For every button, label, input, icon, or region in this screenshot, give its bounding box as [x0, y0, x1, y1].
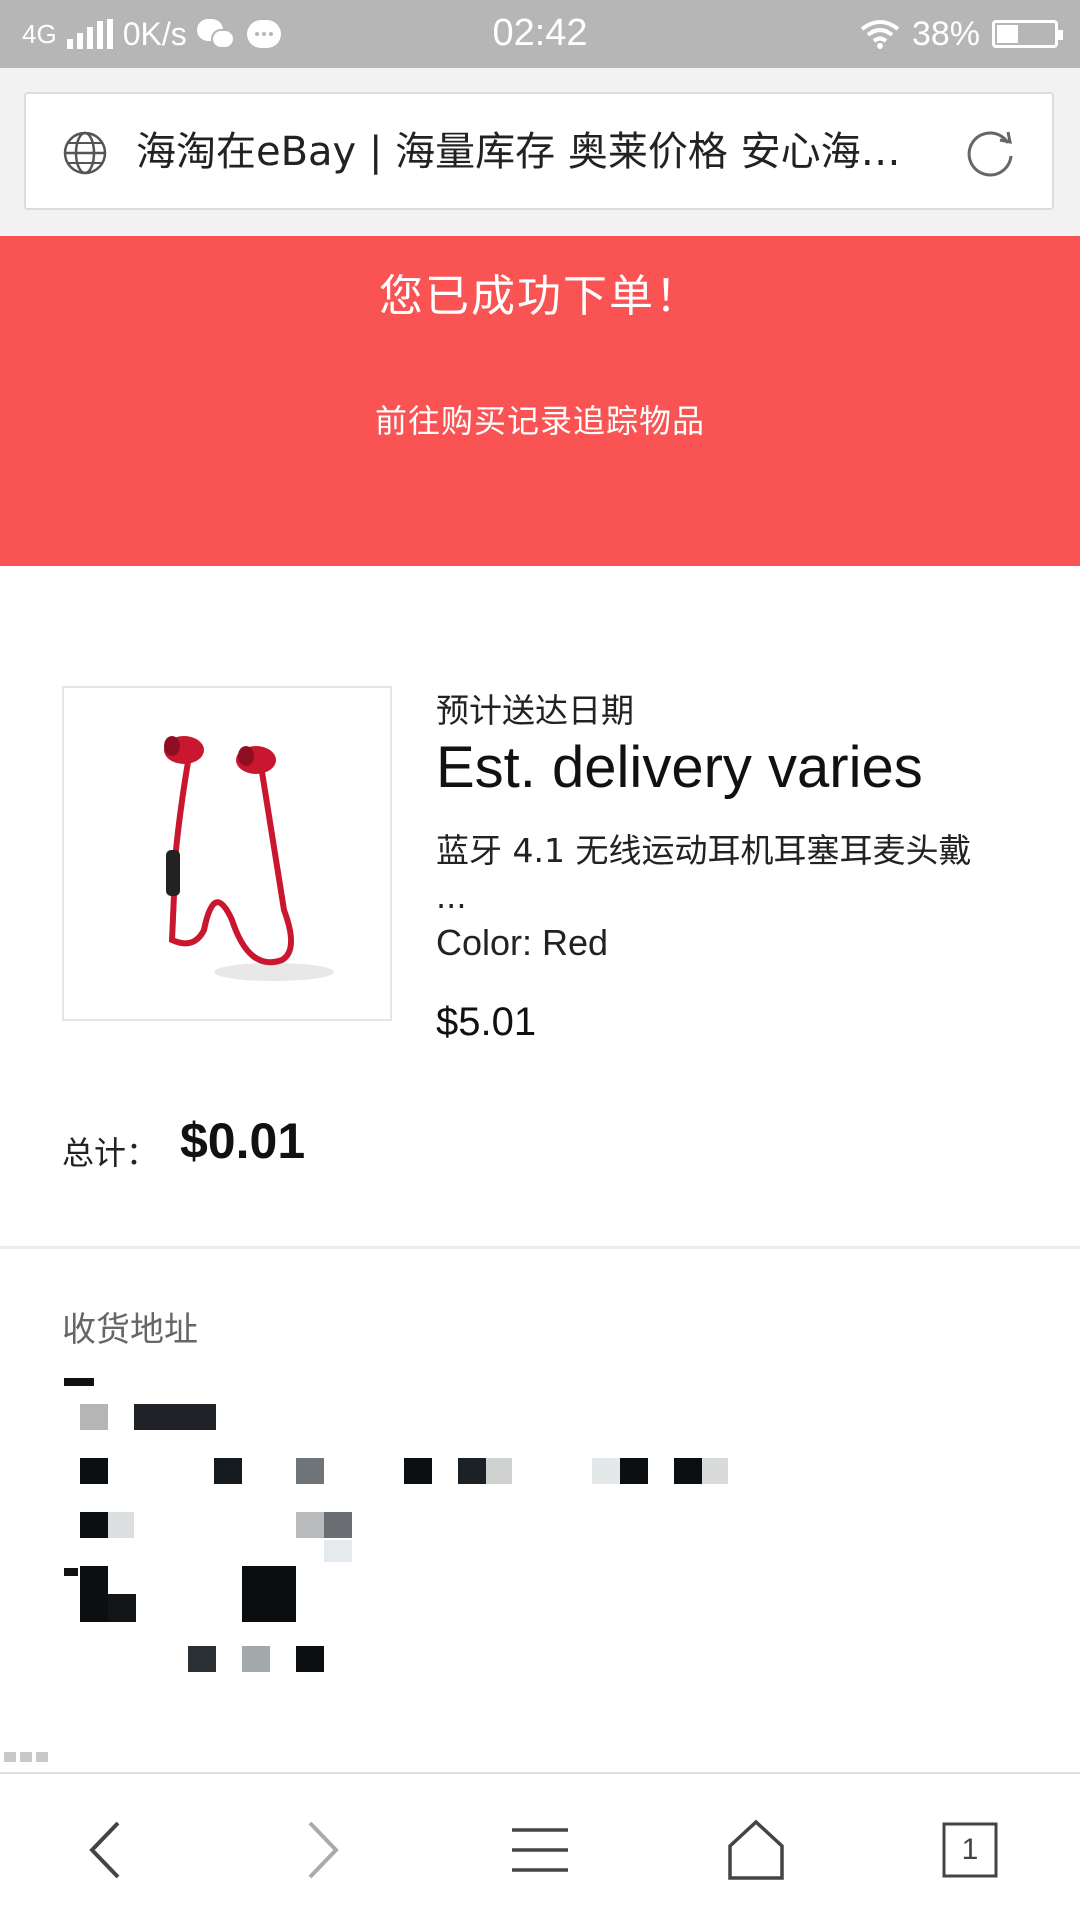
- status-right: 38%: [860, 14, 1063, 54]
- menu-button[interactable]: [490, 1800, 590, 1900]
- total-label: 总计：: [62, 1134, 159, 1172]
- success-title: 您已成功下单！: [379, 271, 701, 322]
- tabs-button[interactable]: 1: [920, 1800, 1020, 1900]
- divider: [0, 1246, 1080, 1249]
- back-icon: [89, 1821, 120, 1879]
- product-title[interactable]: 蓝牙 4.1 无线运动耳机耳塞耳麦头戴: [436, 830, 1026, 872]
- forward-icon: [308, 1821, 339, 1879]
- refresh-icon[interactable]: [964, 126, 1018, 180]
- product-title-more: ...: [436, 878, 467, 916]
- browser-header: 海淘在eBay | 海量库存 奥莱价格 安心海…: [0, 68, 1080, 236]
- menu-icon: [512, 1828, 568, 1872]
- tab-count: 1: [961, 1833, 979, 1866]
- product-price: $5.01: [436, 1000, 537, 1044]
- delivery-label: 预计送达日期: [436, 691, 634, 730]
- home-button[interactable]: [706, 1800, 806, 1900]
- bottom-nav: 1: [0, 1772, 1080, 1922]
- globe-icon: [63, 131, 107, 175]
- address-bar[interactable]: 海淘在eBay | 海量库存 奥莱价格 安心海…: [24, 92, 1054, 210]
- page-title[interactable]: 海淘在eBay | 海量库存 奥莱价格 安心海…: [136, 124, 936, 180]
- product-image[interactable]: [62, 686, 392, 1021]
- track-order-link[interactable]: 前往购买记录追踪物品: [0, 396, 1080, 442]
- home-icon: [728, 1819, 784, 1880]
- status-bar: 4G 0K/s 02:42 38%: [0, 0, 1080, 68]
- wifi-icon: [860, 20, 900, 49]
- address-heading: 收货地址: [62, 1310, 198, 1350]
- product-color: Color: Red: [436, 922, 609, 963]
- total-value: $0.01: [180, 1113, 306, 1169]
- battery-percent: 38%: [911, 14, 980, 53]
- earphones-image: [84, 710, 374, 1000]
- back-button[interactable]: [56, 1800, 156, 1900]
- forward-button[interactable]: [272, 1800, 372, 1900]
- battery-icon: [992, 20, 1063, 48]
- delivery-value: Est. delivery varies: [436, 735, 923, 800]
- success-banner: 您已成功下单！ 前往购买记录追踪物品: [0, 236, 1080, 566]
- watermark-dots: [4, 1752, 48, 1762]
